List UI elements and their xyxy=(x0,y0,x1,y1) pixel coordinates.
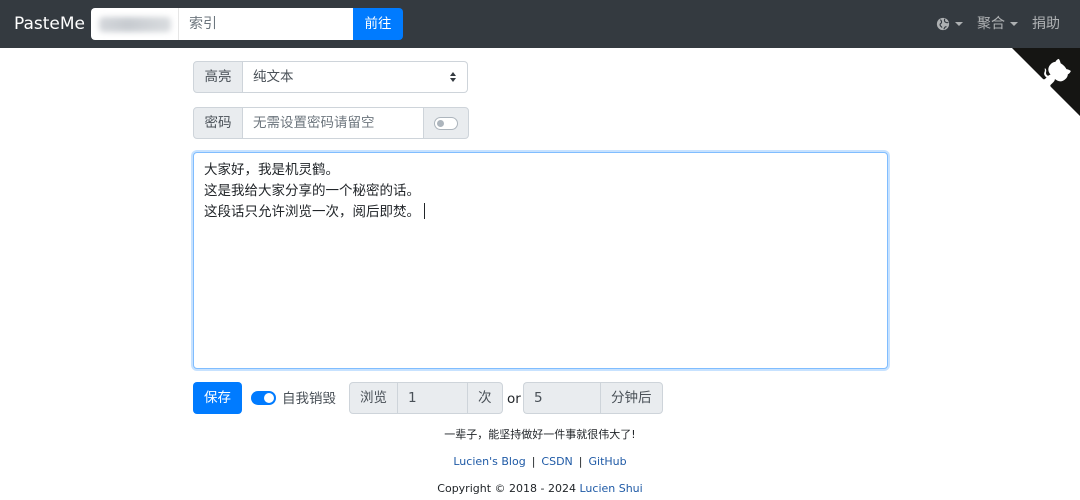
content-textarea[interactable]: 大家好，我是机灵鹤。 这是我给大家分享的一个秘密的话。 这段话只允许浏览一次，阅… xyxy=(193,152,888,369)
highlight-group: 高亮 纯文本 xyxy=(193,61,468,93)
chevron-down-icon xyxy=(955,22,963,26)
blog-link[interactable]: Lucien's Blog xyxy=(453,455,525,468)
highlight-select[interactable]: 纯文本 xyxy=(243,61,468,93)
aggregate-label: 聚合 xyxy=(977,16,1005,32)
text-cursor xyxy=(424,203,425,219)
highlight-selected-value: 纯文本 xyxy=(253,69,294,85)
minutes-unit: 分钟后 xyxy=(600,382,663,414)
content-line-text: 这段话只允许浏览一次，阅后即焚。 xyxy=(204,204,420,220)
views-input[interactable]: 1 xyxy=(398,382,467,414)
password-input[interactable]: 无需设置密码请留空 xyxy=(243,107,423,139)
language-dropdown[interactable] xyxy=(936,17,963,31)
aggregate-dropdown[interactable]: 聚合 xyxy=(977,14,1018,34)
views-unit: 次 xyxy=(467,382,503,414)
content-line-last: 这段话只允许浏览一次，阅后即焚。 xyxy=(204,202,877,223)
self-destroy-label: 自我销毁 xyxy=(282,391,336,407)
globe-icon xyxy=(936,17,950,31)
password-group: 密码 无需设置密码请留空 xyxy=(193,107,469,139)
github-octocat-icon[interactable] xyxy=(1012,48,1080,116)
brand-logo[interactable]: PasteMe xyxy=(14,13,85,35)
sort-arrows-icon xyxy=(450,72,456,82)
author-link[interactable]: Lucien Shui xyxy=(579,482,642,495)
go-button[interactable]: 前往 xyxy=(353,8,403,40)
self-destroy-toggle[interactable] xyxy=(251,391,276,405)
nav-right-menu: 聚合 捐助 xyxy=(936,14,1060,34)
views-label: 浏览 xyxy=(349,382,398,414)
minutes-input[interactable]: 5 xyxy=(523,382,600,414)
search-bar: 前往 xyxy=(91,8,403,40)
copyright: Copyright © 2018 - 2024 Lucien Shui xyxy=(0,482,1080,496)
or-text: or xyxy=(507,391,521,407)
password-toggle-switch[interactable] xyxy=(434,117,458,130)
link-separator: | xyxy=(578,455,583,468)
save-button[interactable]: 保存 xyxy=(193,382,242,414)
minutes-group: 5 分钟后 xyxy=(523,382,663,414)
content-line: 这是我给大家分享的一个秘密的话。 xyxy=(204,183,420,199)
views-group: 浏览 1 次 xyxy=(349,382,503,414)
github-link[interactable]: GitHub xyxy=(589,455,627,468)
blurred-id-field[interactable] xyxy=(91,8,179,40)
csdn-link[interactable]: CSDN xyxy=(541,455,572,468)
top-navbar: PasteMe 前往 聚合 捐助 xyxy=(0,0,1080,48)
donate-link[interactable]: 捐助 xyxy=(1032,14,1060,34)
search-input[interactable] xyxy=(179,8,353,40)
chevron-down-icon xyxy=(1010,22,1018,26)
copyright-text: Copyright © 2018 - 2024 xyxy=(437,482,580,495)
content-line: 大家好，我是机灵鹤。 xyxy=(204,162,339,178)
password-toggle-addon xyxy=(423,107,469,139)
footer-motto: 一辈子，能坚持做好一件事就很伟大了! xyxy=(444,428,636,441)
highlight-label: 高亮 xyxy=(193,61,243,93)
password-label: 密码 xyxy=(193,107,243,139)
footer-links: Lucien's Blog | CSDN | GitHub xyxy=(0,455,1080,469)
link-separator: | xyxy=(531,455,536,468)
